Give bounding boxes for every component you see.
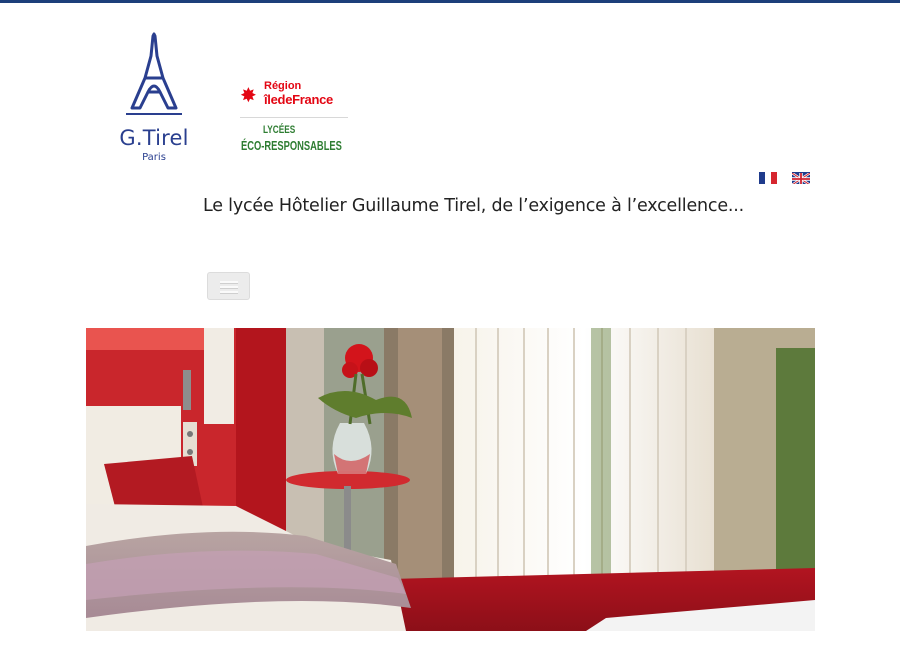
eco-line1: LYCÉES	[263, 124, 296, 136]
eco-logo[interactable]: LYCÉES ÉCO-RESPONSABLES	[241, 124, 361, 158]
site-tagline: Le lycée Hôtelier Guillaume Tirel, de l’…	[203, 196, 744, 216]
logo-city: Paris	[142, 152, 166, 163]
region-line2: îledeFrance	[264, 92, 333, 107]
hamburger-bar	[220, 281, 238, 283]
eco-line2: ÉCO-RESPONSABLES	[241, 138, 342, 153]
logo-name: G.Tirel	[119, 126, 189, 150]
hamburger-bar	[220, 286, 238, 288]
top-accent-bar	[0, 0, 900, 3]
star-icon: ✸	[240, 85, 257, 107]
school-logo[interactable]: G.Tirel Paris	[108, 30, 200, 170]
eiffel-tower-icon	[126, 32, 182, 115]
region-logo[interactable]: ✸ Région îledeFrance	[240, 80, 360, 116]
hamburger-bar	[220, 291, 238, 293]
hamburger-menu-button[interactable]	[207, 272, 250, 300]
hero-image	[86, 328, 815, 631]
flag-fr-icon[interactable]	[759, 172, 777, 184]
flag-uk-icon[interactable]	[792, 172, 810, 184]
logo-divider	[240, 117, 348, 118]
region-line1: Région	[264, 80, 302, 92]
